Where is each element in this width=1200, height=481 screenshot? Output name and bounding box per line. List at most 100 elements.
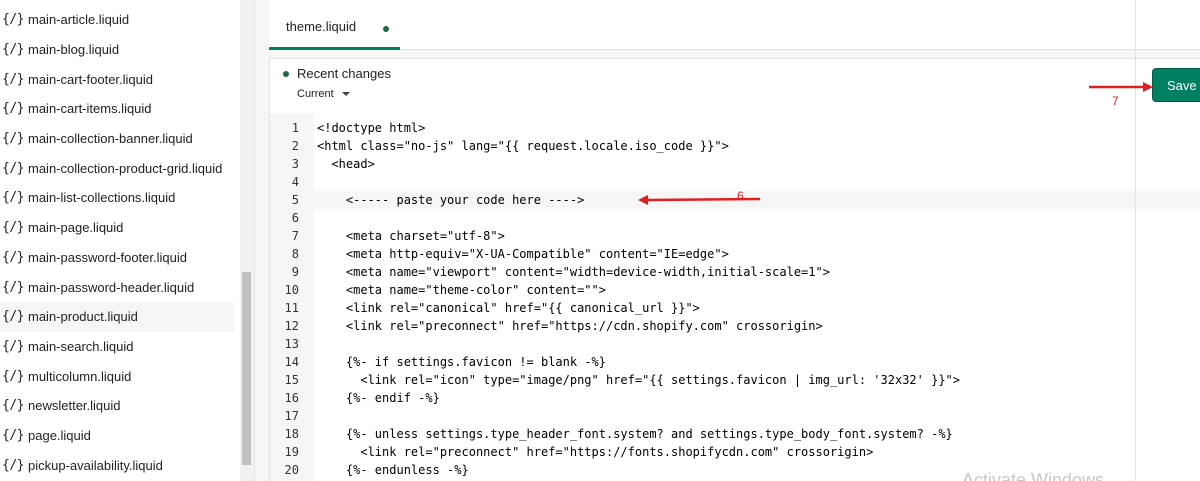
line-number: 12 [284, 319, 299, 333]
save-button[interactable]: Save [1152, 68, 1200, 102]
liquid-file-icon: {/} [2, 368, 24, 384]
tab-label: theme.liquid [286, 18, 357, 34]
sidebar-file-item[interactable]: {/} main-product.liquid [0, 301, 234, 332]
code-line[interactable]: 4 [270, 173, 1200, 191]
code-text: <meta http-equiv="X-UA-Compatible" conte… [317, 247, 729, 261]
sidebar-file-item[interactable]: {/} multicolumn.liquid [0, 361, 234, 391]
sidebar-file-item[interactable]: {/} main-page.liquid [0, 213, 234, 243]
code-text: <link rel="canonical" href="{{ canonical… [317, 301, 700, 315]
liquid-file-icon: {/} [2, 309, 24, 325]
sidebar-file-label: page.liquid [28, 427, 91, 443]
code-line[interactable]: 5 <----- paste your code here ----> [270, 191, 1200, 209]
changes-header: Recent changes Current Save [270, 59, 1200, 114]
code-line[interactable]: 2 <html class="no-js" lang="{{ request.lo… [270, 137, 1200, 155]
code-text: <----- paste your code here ----> [317, 193, 585, 207]
sidebar-scrollbar[interactable] [240, 0, 254, 481]
line-number: 19 [284, 445, 299, 459]
sidebar-file-item[interactable]: {/} main-cart-footer.liquid [0, 64, 234, 94]
liquid-file-icon: {/} [2, 279, 24, 295]
sidebar-file-label: multicolumn.liquid [28, 368, 132, 384]
sidebar-file-label: pickup-availability.liquid [28, 457, 163, 473]
line-number: 14 [284, 355, 299, 369]
line-number: 4 [291, 175, 299, 189]
code-text: {%- endunless -%} [317, 463, 469, 477]
os-watermark: Activate Windows [962, 470, 1105, 481]
line-number: 1 [291, 121, 299, 135]
sidebar-file-label: main-article.liquid [28, 12, 130, 28]
sidebar-scrollbar-thumb[interactable] [242, 272, 251, 465]
sidebar-file-item[interactable]: {/} page.liquid [0, 421, 234, 451]
tab-theme-liquid[interactable]: theme.liquid [269, 5, 400, 50]
code-line[interactable]: 19 <link rel="preconnect" href="https://… [270, 443, 1200, 461]
sidebar-file-item[interactable]: {/} newsletter.liquid [0, 391, 234, 421]
sidebar-file-item[interactable]: {/} main-collection-product-grid.liquid [0, 153, 234, 183]
liquid-file-icon: {/} [2, 338, 24, 354]
line-number: 7 [291, 229, 299, 243]
liquid-file-icon: {/} [2, 457, 24, 473]
code-text: {%- if settings.favicon != blank -%} [317, 355, 606, 369]
code-text: <html class="no-js" lang="{{ request.loc… [317, 139, 729, 153]
line-number: 15 [284, 373, 299, 387]
line-number: 8 [291, 247, 299, 261]
code-text: <head> [317, 157, 375, 171]
code-line[interactable]: 8 <meta http-equiv="X-UA-Compatible" con… [270, 245, 1200, 263]
code-line[interactable]: 6 [270, 209, 1200, 227]
line-number: 13 [284, 337, 299, 351]
sidebar-file-item[interactable]: {/} main-cart-items.liquid [0, 94, 234, 124]
sidebar-file-label: main-cart-footer.liquid [28, 71, 153, 87]
code-line[interactable]: 13 [270, 335, 1200, 353]
code-line[interactable]: 12 <link rel="preconnect" href="https://… [270, 317, 1200, 335]
code-line[interactable]: 9 <meta name="viewport" content="width=d… [270, 263, 1200, 281]
code-text: {%- endif -%} [317, 391, 440, 405]
caret-down-icon [341, 92, 350, 96]
line-number: 5 [291, 193, 299, 207]
liquid-file-icon: {/} [2, 190, 24, 206]
annotation-number-7: 7 [1112, 94, 1119, 108]
line-number: 6 [291, 211, 299, 225]
code-text: <link rel="preconnect" href="https://cdn… [317, 319, 823, 333]
sidebar-file-item[interactable]: {/} main-password-footer.liquid [0, 243, 234, 273]
code-text: {%- unless settings.type_header_font.sys… [317, 427, 953, 441]
code-line[interactable]: 1 <!doctype html> [270, 119, 1200, 137]
sidebar-file-item[interactable]: {/} pickup-availability.liquid [0, 450, 234, 480]
sidebar-file-item[interactable]: {/} main-collection-banner.liquid [0, 124, 234, 154]
code-line[interactable]: 17 [270, 407, 1200, 425]
code-line[interactable]: 15 <link rel="icon" type="image/png" hre… [270, 371, 1200, 389]
liquid-file-icon: {/} [2, 249, 24, 265]
annotation-number-6: 6 [737, 189, 744, 203]
sidebar-file-item[interactable]: {/} main-article.liquid [0, 5, 234, 35]
code-line[interactable]: 14 {%- if settings.favicon != blank -%} [270, 353, 1200, 371]
liquid-file-icon: {/} [2, 131, 24, 147]
code-text: <meta name="theme-color" content=""> [317, 283, 606, 297]
editor-main: theme.liquid Recent changes Current Save… [255, 0, 1200, 481]
sidebar-file-item[interactable]: {/} main-list-collections.liquid [0, 183, 234, 213]
sidebar-file-item[interactable]: {/} main-password-header.liquid [0, 272, 234, 302]
line-number: 16 [284, 391, 299, 405]
version-dropdown-value: Current [297, 88, 334, 100]
code-line[interactable]: 11 <link rel="canonical" href="{{ canoni… [270, 299, 1200, 317]
sidebar-file-label: main-blog.liquid [28, 42, 120, 58]
code-line[interactable]: 10 <meta name="theme-color" content=""> [270, 281, 1200, 299]
line-number: 3 [291, 157, 299, 171]
sidebar-file-item[interactable]: {/} main-search.liquid [0, 332, 234, 362]
panel-divider [1135, 0, 1136, 481]
sidebar-file-item[interactable]: {/} main-blog.liquid [0, 35, 234, 65]
line-number: 18 [284, 427, 299, 441]
code-line[interactable]: 7 <meta charset="utf-8"> [270, 227, 1200, 245]
sidebar-file-label: newsletter.liquid [28, 398, 121, 414]
line-number: 17 [284, 409, 299, 423]
code-text: <meta charset="utf-8"> [317, 229, 505, 243]
line-number: 11 [284, 301, 299, 315]
liquid-file-icon: {/} [2, 12, 24, 28]
code-line[interactable]: 16 {%- endif -%} [270, 389, 1200, 407]
version-dropdown[interactable]: Current [297, 88, 350, 100]
code-text: <link rel="icon" type="image/png" href="… [317, 373, 960, 387]
line-number: 9 [291, 265, 299, 279]
code-text: <link rel="preconnect" href="https://fon… [317, 445, 874, 459]
code-line[interactable]: 18 {%- unless settings.type_header_font.… [270, 425, 1200, 443]
code-line[interactable]: 3 <head> [270, 155, 1200, 173]
liquid-file-icon: {/} [2, 101, 24, 117]
liquid-file-icon: {/} [2, 71, 24, 87]
liquid-file-icon: {/} [2, 427, 24, 443]
code-editor[interactable]: 1 <!doctype html> 2 <html class="no-js" lan… [270, 114, 1200, 481]
